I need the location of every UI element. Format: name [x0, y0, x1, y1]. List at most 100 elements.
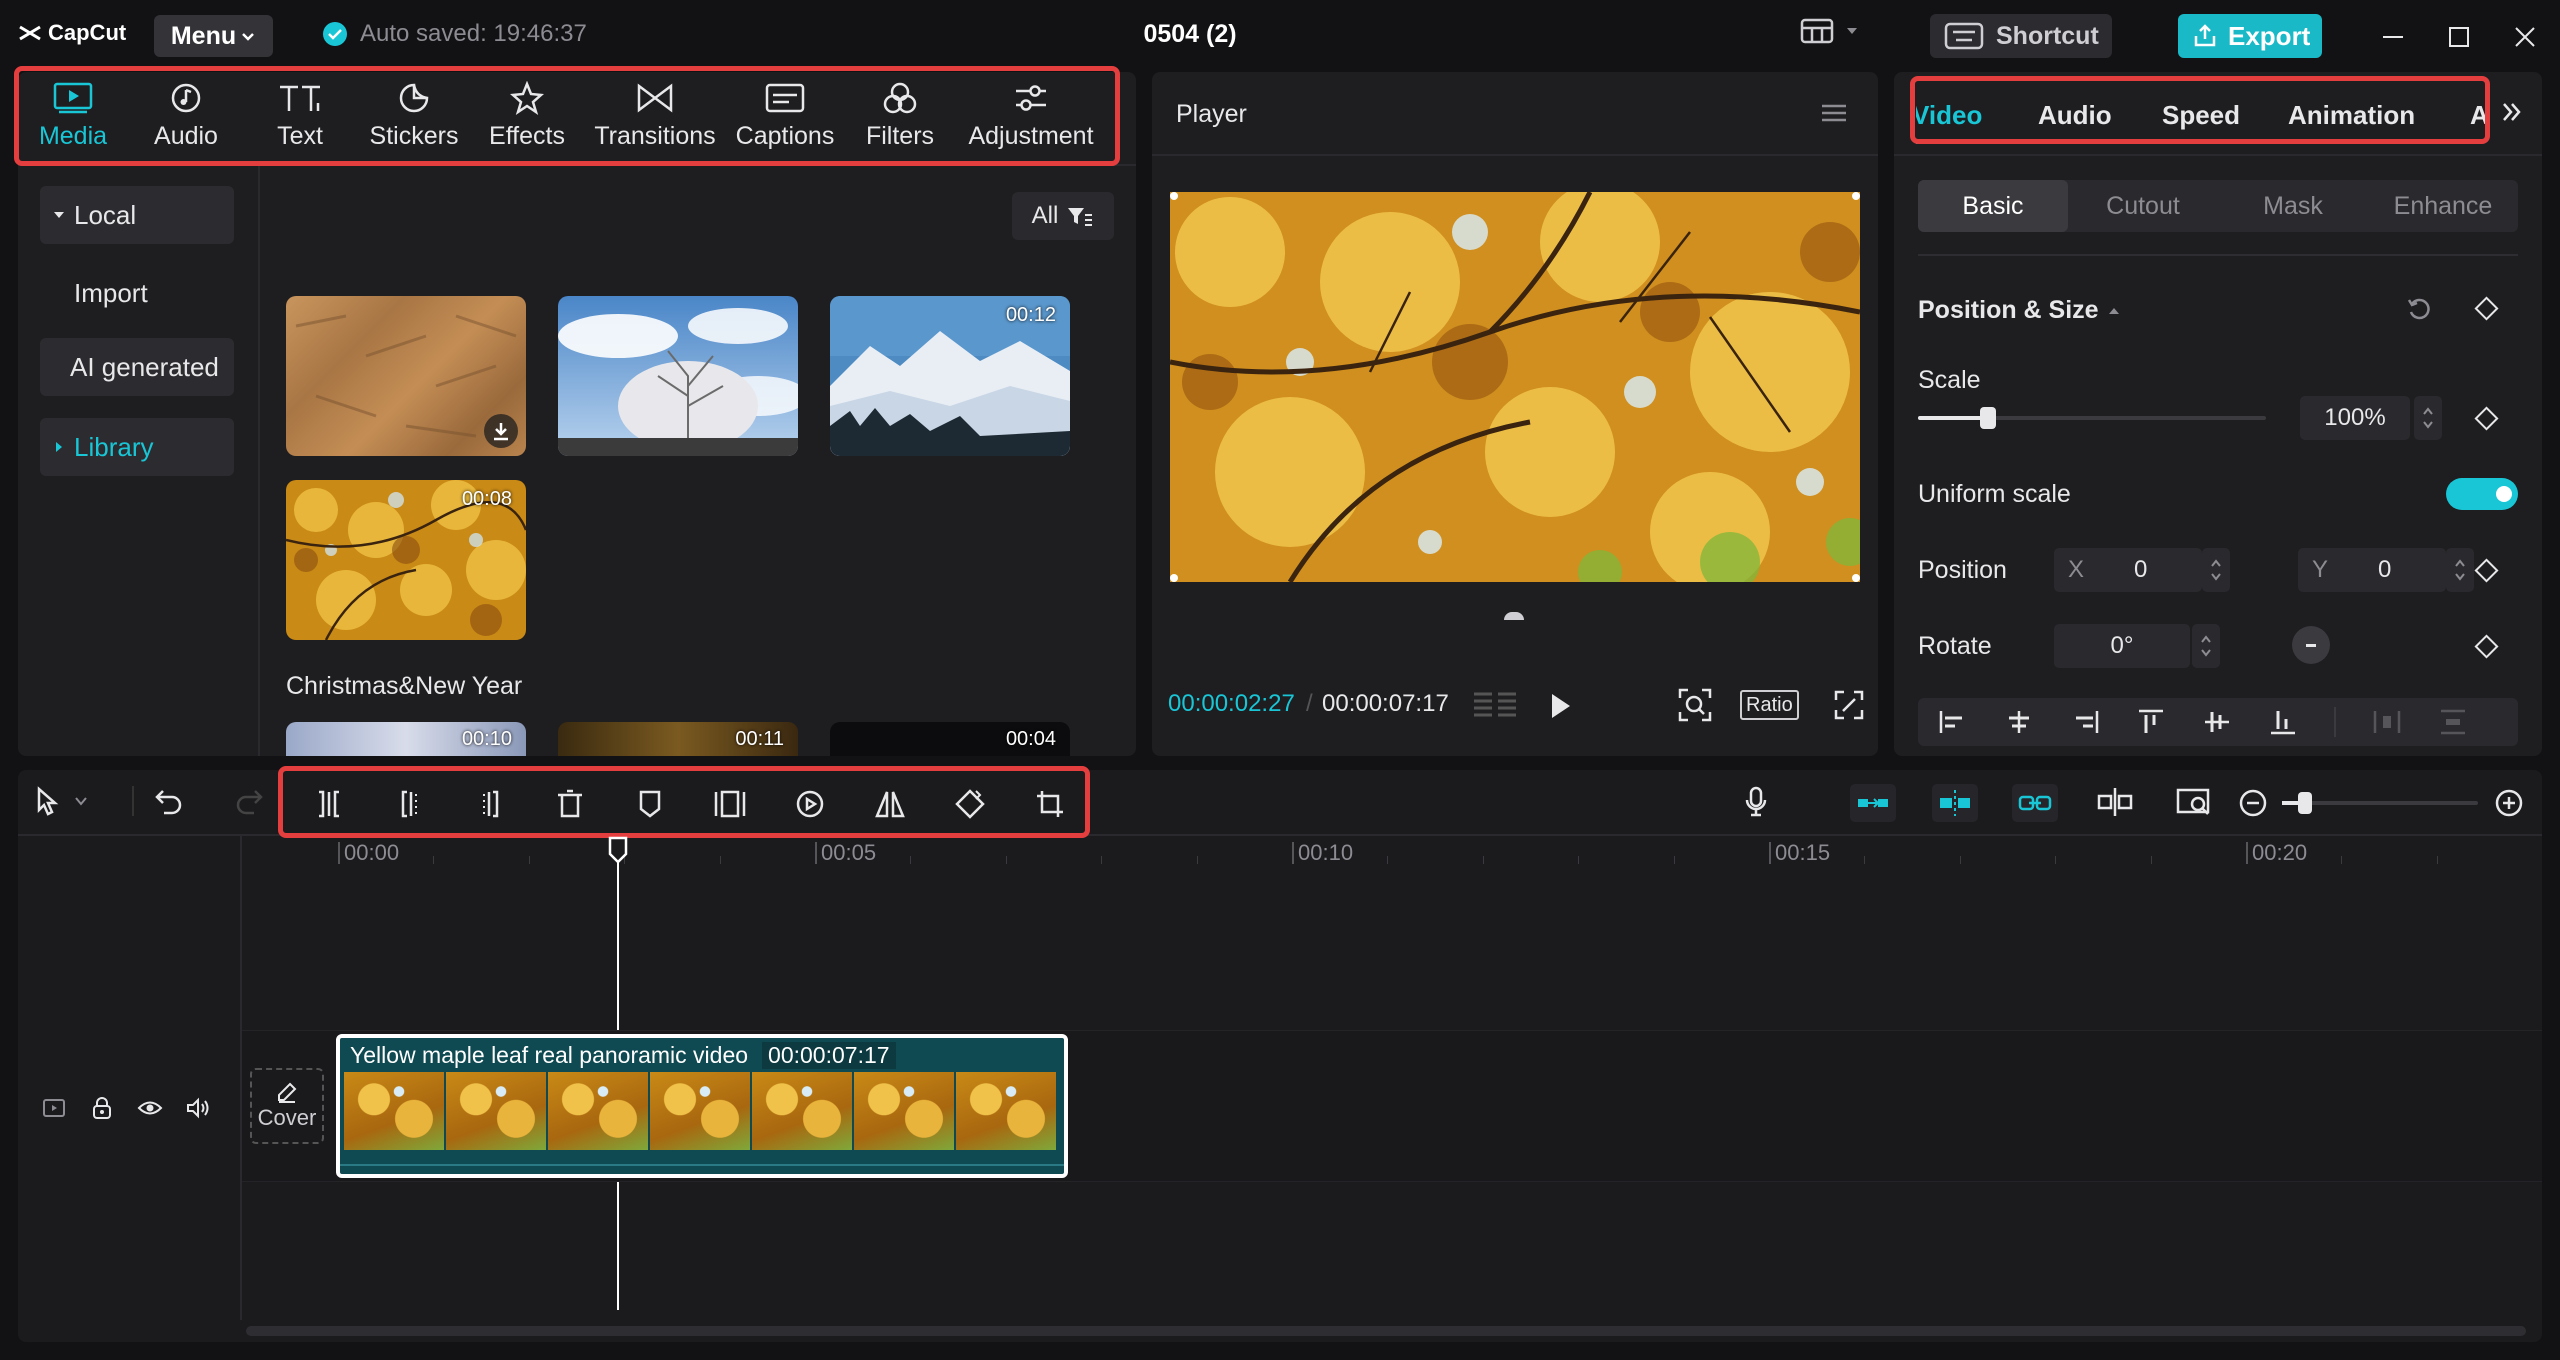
- mirror-button[interactable]: [870, 784, 910, 824]
- tab-more-truncated[interactable]: A: [2470, 100, 2486, 131]
- track-audio-toggle[interactable]: [184, 1094, 212, 1122]
- select-tool[interactable]: [34, 786, 88, 816]
- record-audio-button[interactable]: [1744, 786, 1768, 818]
- more-tabs-button[interactable]: [2500, 100, 2524, 124]
- download-button[interactable]: [484, 414, 518, 448]
- undo-button[interactable]: [154, 786, 184, 816]
- timeline-zoom-slider[interactable]: [2282, 792, 2478, 814]
- media-thumb-christmas-1[interactable]: 00:10: [286, 722, 526, 756]
- zoom-in-button[interactable]: [2494, 788, 2524, 818]
- tab-animation[interactable]: Animation: [2288, 100, 2415, 131]
- media-thumb-christmas-3[interactable]: 00:04: [830, 722, 1070, 756]
- speed-button[interactable]: [790, 784, 830, 824]
- subtab-mask[interactable]: Mask: [2218, 180, 2368, 232]
- tab-video[interactable]: Video: [1916, 100, 1982, 131]
- play-button[interactable]: [1548, 692, 1574, 720]
- rotate-stepper[interactable]: [2192, 624, 2220, 668]
- tab-audio[interactable]: Audio: [128, 72, 244, 162]
- scale-input[interactable]: 100%: [2300, 396, 2410, 440]
- maximize-button[interactable]: [2444, 22, 2474, 52]
- zoom-slider-knob[interactable]: [2298, 792, 2312, 814]
- media-thumb-maple[interactable]: 00:08: [286, 480, 526, 640]
- resize-handle[interactable]: [1170, 574, 1178, 582]
- marker-button[interactable]: [630, 784, 670, 824]
- track-video-toggle[interactable]: [40, 1094, 68, 1122]
- position-x-stepper[interactable]: [2202, 548, 2230, 592]
- zoom-fit-button[interactable]: [1678, 688, 1712, 722]
- zoom-to-fit-timeline-button[interactable]: [2176, 786, 2214, 818]
- tab-stickers[interactable]: Stickers: [356, 72, 472, 162]
- minimize-button[interactable]: [2378, 22, 2408, 52]
- sidebar-item-library[interactable]: Library: [40, 418, 234, 476]
- export-button[interactable]: Export: [2178, 14, 2322, 58]
- preview-axis-button[interactable]: [2096, 786, 2134, 818]
- align-center-v-icon[interactable]: [2202, 708, 2232, 736]
- scale-slider[interactable]: [1918, 407, 2266, 429]
- tab-speed[interactable]: Speed: [2162, 100, 2240, 131]
- redo-button[interactable]: [234, 786, 264, 816]
- rotate-button[interactable]: [950, 784, 990, 824]
- crop-button[interactable]: [1030, 784, 1070, 824]
- resize-handle[interactable]: [1170, 192, 1178, 200]
- video-preview[interactable]: [1170, 192, 1860, 582]
- rotate-handle[interactable]: [1504, 612, 1524, 620]
- distribute-h-icon[interactable]: [2372, 708, 2402, 736]
- sidebar-item-ai-generated[interactable]: AI generated: [40, 338, 234, 396]
- delete-button[interactable]: [550, 784, 590, 824]
- filter-all-button[interactable]: All: [1012, 192, 1114, 240]
- close-button[interactable]: [2510, 22, 2540, 52]
- rotate-input[interactable]: 0°: [2054, 624, 2190, 668]
- resize-handle[interactable]: [1852, 192, 1860, 200]
- position-y-stepper[interactable]: [2446, 548, 2474, 592]
- track-visibility-toggle[interactable]: [136, 1094, 164, 1122]
- tab-adjustment[interactable]: Adjustment: [958, 72, 1104, 162]
- subtab-cutout[interactable]: Cutout: [2068, 180, 2218, 232]
- trim-left-button[interactable]: [390, 784, 430, 824]
- ratio-button[interactable]: Ratio: [1740, 690, 1799, 720]
- tab-filters[interactable]: Filters: [842, 72, 958, 162]
- media-thumb-christmas-2[interactable]: 00:11: [558, 722, 798, 756]
- sidebar-item-local[interactable]: Local: [40, 186, 234, 244]
- media-thumb-wood[interactable]: [286, 296, 526, 456]
- tab-media[interactable]: Media: [18, 72, 128, 162]
- timeline-grid-button[interactable]: [1472, 690, 1518, 722]
- zoom-out-button[interactable]: [2238, 788, 2268, 818]
- sidebar-item-import[interactable]: Import: [40, 264, 234, 322]
- freeze-frame-button[interactable]: [710, 784, 750, 824]
- subtab-basic[interactable]: Basic: [1918, 180, 2068, 232]
- tab-transitions[interactable]: Transitions: [582, 72, 728, 162]
- distribute-v-icon[interactable]: [2438, 708, 2468, 736]
- align-right-icon[interactable]: [2070, 708, 2100, 736]
- tab-audio[interactable]: Audio: [2038, 100, 2112, 131]
- scale-stepper[interactable]: [2414, 396, 2442, 440]
- media-thumb-mountains[interactable]: 00:12: [830, 296, 1070, 456]
- fullscreen-button[interactable]: [1834, 690, 1864, 720]
- auto-snap-button[interactable]: [1932, 784, 1978, 822]
- main-track-magnet-button[interactable]: [1850, 784, 1896, 822]
- media-thumb-frost-tree[interactable]: [558, 296, 798, 456]
- position-x-input[interactable]: X 0: [2054, 548, 2202, 592]
- align-top-icon[interactable]: [2136, 708, 2166, 736]
- position-y-input[interactable]: Y 0: [2298, 548, 2446, 592]
- video-clip[interactable]: Yellow maple leaf real panoramic video 0…: [336, 1034, 1068, 1178]
- subtab-enhance[interactable]: Enhance: [2368, 180, 2518, 232]
- timeline-scrollbar[interactable]: [246, 1326, 2526, 1336]
- align-center-h-icon[interactable]: [2004, 708, 2034, 736]
- track-lock-toggle[interactable]: [88, 1094, 116, 1122]
- split-button[interactable]: [309, 784, 349, 824]
- tab-effects[interactable]: Effects: [472, 72, 582, 162]
- rotate-dial[interactable]: [2292, 626, 2330, 664]
- resize-handle[interactable]: [1852, 574, 1860, 582]
- tab-text[interactable]: Text: [244, 72, 356, 162]
- shortcut-button[interactable]: Shortcut: [1930, 14, 2112, 58]
- align-left-icon[interactable]: [1938, 708, 1968, 736]
- menu-button[interactable]: Menu: [154, 15, 273, 57]
- scale-slider-knob[interactable]: [1979, 407, 1996, 429]
- linkage-button[interactable]: [2012, 784, 2058, 822]
- tab-captions[interactable]: Captions: [728, 72, 842, 162]
- trim-right-button[interactable]: [470, 784, 510, 824]
- reset-button[interactable]: [2406, 296, 2432, 322]
- layout-button[interactable]: [1800, 18, 1860, 44]
- uniform-scale-toggle[interactable]: [2446, 478, 2518, 510]
- player-menu-button[interactable]: [1820, 102, 1848, 124]
